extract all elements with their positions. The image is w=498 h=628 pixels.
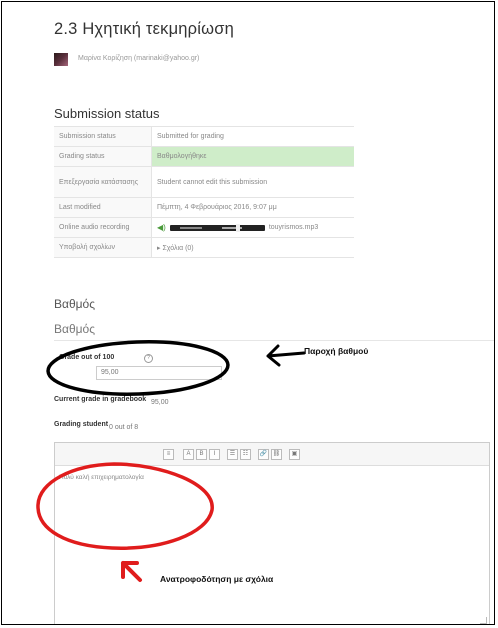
red-ellipse bbox=[36, 462, 214, 550]
annotation-overlay bbox=[36, 340, 306, 582]
black-ellipse bbox=[46, 340, 230, 396]
red-arrow bbox=[121, 561, 142, 582]
feedback-annotation-label: Ανατροφοδότηση με σχόλια bbox=[160, 574, 274, 584]
grade-annotation-label: Παροχή βαθμού bbox=[304, 346, 369, 356]
black-arrow bbox=[266, 344, 306, 367]
screenshot-frame: 2.3 Ηχητική τεκμηρίωση Μαρίνα Κορίζηση (… bbox=[1, 1, 495, 625]
